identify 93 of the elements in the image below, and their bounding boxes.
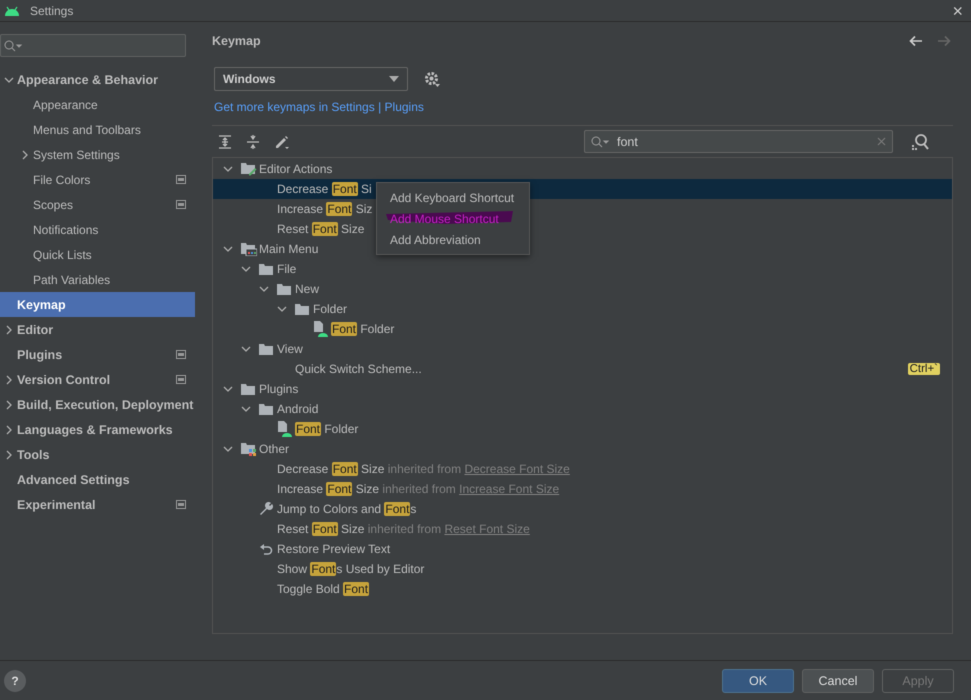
collapse-all-icon[interactable] [246,134,260,148]
sidebar-item[interactable]: Languages & Frameworks [0,417,195,442]
tree-item[interactable]: Increase Font Size inherited from Increase Font Size [277,482,560,496]
chevron-down-icon[interactable] [223,444,233,454]
gear-icon[interactable] [424,70,441,88]
dialog-button[interactable]: Cancel [802,668,874,692]
chevron-down-icon[interactable] [223,164,233,174]
tree-item[interactable]: Reset Font Size inherited from Reset Font Size [277,522,530,536]
sidebar-item[interactable]: Menus and Toolbars [0,117,195,142]
tree-item[interactable]: Folder [313,302,348,316]
android-logo-icon [4,6,20,16]
close-button[interactable]: × [952,2,963,20]
folder-icon [259,343,273,355]
wrench-icon [259,502,273,516]
sidebar-item[interactable]: Build, Execution, Deployment [0,392,195,417]
sidebar-item[interactable]: Appearance & Behavior [0,67,195,92]
chevron-right-icon[interactable] [4,450,14,460]
menu-item[interactable]: Add Abbreviation [377,229,529,250]
project-level-icon [176,375,186,384]
dropdown-caret-icon [389,76,399,82]
menu-item[interactable]: Add Mouse Shortcut [377,208,529,229]
tree-item[interactable]: Decrease Font Size inherited from Decrease Font Size [277,462,570,476]
search-icon [4,40,22,52]
plugins-link[interactable]: Get more keymaps in Settings | Plugins [214,100,424,114]
tree-item[interactable]: Reset Font Size [277,222,364,236]
window-title: Settings [30,4,74,18]
chevron-right-icon[interactable] [4,374,14,384]
sidebar-item[interactable]: Experimental [0,492,195,517]
search-field[interactable] [0,34,186,57]
sidebar-item[interactable]: Scopes [0,192,195,217]
help-button[interactable]: ? [4,670,26,692]
tree-item[interactable]: Restore Preview Text [277,542,390,556]
search-input[interactable]: font [615,134,871,150]
folder-icon [277,283,291,295]
folder-pencil-icon [241,162,257,176]
sidebar-item[interactable]: Plugins [0,342,195,367]
tree-item[interactable]: Toggle Bold Font [277,582,370,596]
keymap-dropdown[interactable]: Windows [214,67,408,91]
tree-item[interactable]: Jump to Colors and Fonts [277,502,416,516]
sidebar-item[interactable]: Notifications [0,217,195,242]
tree-item[interactable]: Increase Font Siz [277,202,372,216]
undo-icon [259,542,273,556]
find-shortcut-icon[interactable] [911,132,929,150]
android-file-icon [313,321,329,337]
tree-item[interactable]: Decrease Font Si [277,182,372,196]
sidebar-item[interactable]: File Colors [0,167,195,192]
shortcut-badge: Ctrl+` [908,363,940,375]
edit-icon[interactable] [274,134,290,150]
tree-item[interactable]: Main Menu [259,242,318,256]
folder-icon [241,383,255,395]
sidebar-item[interactable]: Path Variables [0,267,195,292]
project-level-icon [176,175,186,184]
chevron-right-icon[interactable] [4,400,14,410]
tree-item[interactable]: Font Folder [331,322,394,336]
sidebar-item[interactable]: Version Control [0,367,195,392]
sidebar-item[interactable]: Advanced Settings [0,467,195,492]
page-title: Keymap [212,34,262,48]
back-arrow-icon[interactable] [909,35,923,47]
tree-item[interactable]: View [277,342,303,356]
chevron-right-icon[interactable] [4,424,14,434]
tree-item[interactable]: Other [259,442,290,456]
expand-all-icon[interactable] [218,134,232,148]
project-level-icon [176,500,186,509]
search-field[interactable]: font [584,130,893,153]
menu-item[interactable]: Add Keyboard Shortcut [377,187,529,208]
tree-item[interactable]: Font Folder [295,422,358,436]
sidebar-item[interactable]: Appearance [0,92,195,117]
sidebar-item[interactable]: Keymap [0,292,195,317]
search-icon [591,136,609,148]
sidebar-item[interactable]: System Settings [0,142,195,167]
tree-item[interactable]: Editor Actions [259,162,332,176]
chevron-down-icon[interactable] [4,74,14,84]
project-level-icon [176,350,186,359]
chevron-right-icon[interactable] [20,150,30,160]
folder-icon [259,403,273,415]
project-level-icon [176,200,186,209]
sidebar-item[interactable]: Tools [0,442,195,467]
folder-icon [295,303,309,315]
menu-folder-icon [241,242,257,256]
sidebar-item[interactable]: Editor [0,317,195,342]
tree-item[interactable]: Quick Switch Scheme... [295,362,422,376]
tree-item[interactable]: New [295,282,320,296]
tree-item[interactable]: File [277,262,296,276]
tree-item[interactable]: Android [277,402,318,416]
folder-icon [259,263,273,275]
sidebar-item[interactable]: Quick Lists [0,242,195,267]
tree-item[interactable]: Plugins [259,382,298,396]
dialog-button[interactable]: OK [722,668,794,692]
tree-item[interactable]: Show Fonts Used by Editor [277,562,424,576]
android-file-icon [277,421,293,437]
folder-dots-icon [241,442,257,456]
chevron-right-icon[interactable] [4,324,14,334]
chevron-down-icon[interactable] [241,344,251,354]
